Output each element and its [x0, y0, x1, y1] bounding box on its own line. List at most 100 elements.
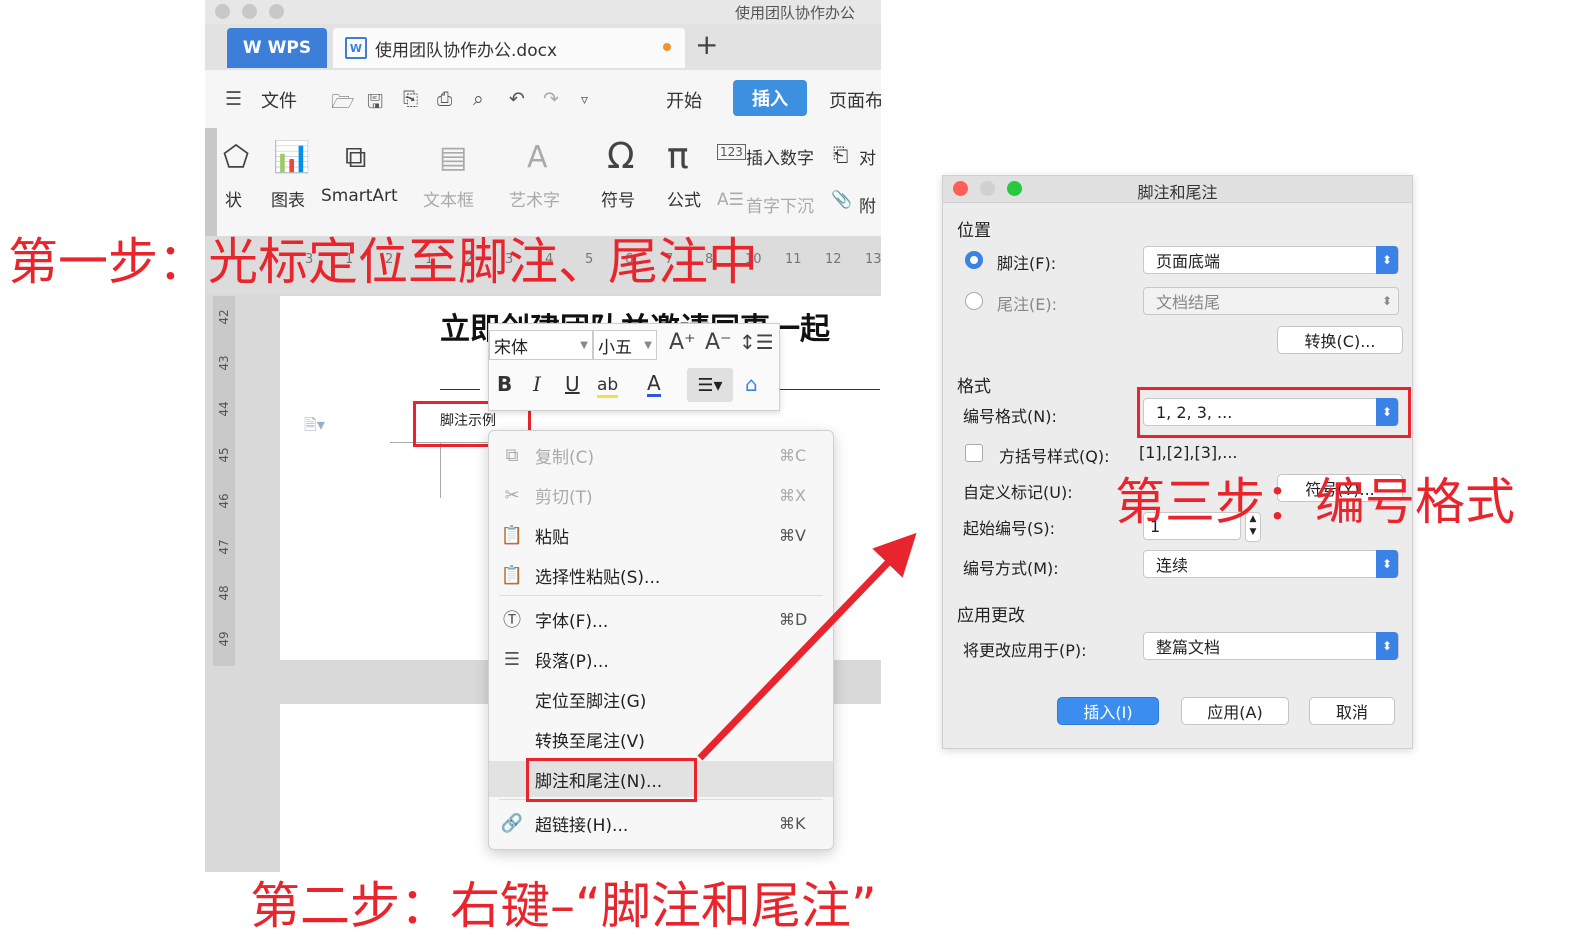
shrink-font-icon[interactable]: A⁻ — [705, 330, 732, 355]
tab-home[interactable]: 开始 — [666, 87, 702, 113]
new-tab-button[interactable]: + — [695, 28, 718, 61]
tab-wps-home[interactable]: W WPS — [227, 28, 327, 68]
tab-document[interactable]: W 使用团队协作办公.docx — [333, 28, 685, 68]
customize-chevron-icon[interactable]: ▿ — [581, 92, 588, 108]
print-preview-icon[interactable]: ⌕ — [473, 88, 484, 110]
convert-button[interactable]: 转换(C)... — [1277, 326, 1403, 354]
menu-file[interactable]: 文件 — [261, 87, 297, 113]
menu-item-label: 定位至脚注(G) — [535, 691, 647, 712]
ribbon-scroll-left[interactable] — [205, 128, 217, 236]
smartart-icon[interactable]: ⧉ — [345, 140, 366, 175]
ribbon-wordart-label[interactable]: 艺术字 — [509, 186, 560, 211]
endnote-position-select[interactable]: 文档结尾 ⬍ — [1143, 287, 1399, 315]
endnote-position-value: 文档结尾 — [1156, 293, 1221, 312]
format-brush-icon[interactable]: ⌂ — [745, 372, 758, 396]
section-apply-changes: 应用更改 — [957, 606, 1025, 626]
ribbon-symbol-label[interactable]: 符号 — [601, 186, 635, 211]
line-spacing-icon[interactable]: ↕☰ — [739, 330, 774, 354]
custom-mark-label: 自定义标记(U): — [963, 483, 1073, 502]
print-icon[interactable]: ⎙ — [437, 88, 452, 110]
menu-item-10[interactable]: 🔗 超链接(H)... ⌘K — [489, 805, 833, 841]
textbox-icon[interactable]: ▤ — [439, 140, 467, 175]
footnote-radio[interactable] — [965, 251, 983, 269]
apply-to-label: 将更改应用于(P): — [963, 641, 1087, 660]
save-icon[interactable]: 🖫 — [367, 88, 383, 120]
attachment-icon[interactable]: 📎 — [831, 190, 852, 210]
undo-icon[interactable]: ↶ — [509, 88, 525, 110]
ribbon-insert-number-label[interactable]: 插入数字 — [746, 144, 814, 169]
ribbon-shape-label[interactable]: 状 — [225, 186, 242, 211]
unsaved-dot-icon — [663, 43, 671, 51]
menu-item-8[interactable]: 转换至尾注(V) — [489, 721, 833, 757]
maximize-window-button[interactable] — [269, 4, 284, 19]
ribbon-dropcap-label[interactable]: 首字下沉 — [746, 192, 814, 217]
italic-button[interactable]: I — [533, 372, 541, 396]
insert-button[interactable]: 插入(I) — [1057, 697, 1159, 725]
ribbon-chart-label[interactable]: 图表 — [271, 186, 305, 211]
menu-item-3[interactable]: 📋 粘贴 ⌘V — [489, 517, 833, 553]
font-color-button[interactable]: A — [647, 372, 661, 397]
redo-icon[interactable]: ↷ — [543, 88, 559, 110]
chart-icon[interactable]: 📊 — [273, 140, 310, 175]
symbol-omega-icon[interactable]: Ω — [607, 136, 635, 177]
ribbon-smartart-label[interactable]: SmartArt — [321, 186, 398, 206]
menu-item-label: 选择性粘贴(S)... — [535, 567, 661, 588]
align-button[interactable]: ☰▾ — [687, 368, 733, 402]
tab-page-layout[interactable]: 页面布 — [829, 87, 881, 113]
menu-item-1[interactable]: ⧉ 复制(C) ⌘C — [489, 437, 833, 473]
menu-item-2[interactable]: ✂ 剪切(T) ⌘X — [489, 477, 833, 513]
equation-pi-icon[interactable]: π — [667, 136, 689, 177]
vertical-ruler-label: 44 — [217, 401, 231, 417]
ribbon-object-label[interactable]: 对 — [859, 144, 876, 169]
cancel-button[interactable]: 取消 — [1309, 697, 1395, 725]
endnote-label: 尾注(E): — [997, 295, 1057, 314]
endnote-radio[interactable] — [965, 292, 983, 310]
shape-icon[interactable]: ⬠ — [223, 140, 249, 175]
ribbon-textbox-label[interactable]: 文本框 — [423, 186, 474, 211]
hamburger-menu-icon[interactable]: ☰ — [225, 88, 242, 110]
insert-number-icon[interactable]: 123 — [717, 144, 746, 160]
ruler-tick-label: 12 — [825, 252, 842, 267]
menu-item-shortcut: ⌘K — [779, 813, 806, 833]
tab-insert[interactable]: 插入 — [733, 80, 807, 116]
format-painter-icon[interactable]: ⎘ — [403, 88, 418, 110]
vertical-ruler-label: 45 — [217, 447, 231, 463]
vertical-ruler[interactable]: 42 43 44 45 46 47 48 49 — [213, 296, 235, 666]
wordart-icon[interactable]: A — [527, 140, 548, 175]
menu-item-6[interactable]: ☰ 段落(P)... — [489, 641, 833, 677]
writer-doc-icon: W — [345, 37, 367, 59]
open-folder-icon[interactable]: 🗁 — [331, 88, 355, 120]
bold-button[interactable]: B — [497, 372, 512, 396]
ribbon-equation-label[interactable]: 公式 — [667, 186, 701, 211]
font-size-select[interactable]: 小五 ▼ — [593, 330, 657, 360]
footnote-separator-left — [440, 389, 480, 390]
updown-arrow-icon: ⬍ — [1381, 294, 1393, 308]
highlight-button[interactable]: ab — [597, 375, 619, 398]
ribbon-attachment-label[interactable]: 附 — [859, 192, 876, 217]
link-icon: 🔗 — [500, 812, 524, 834]
scissors-icon: ✂ — [504, 484, 520, 506]
menu-item-7[interactable]: 定位至脚注(G) — [489, 681, 833, 717]
close-window-button[interactable] — [215, 4, 230, 19]
doc-options-icon[interactable]: 🗎▾ — [304, 414, 325, 441]
font-family-select[interactable]: 宋体 ▼ — [489, 330, 593, 360]
vertical-ruler-label: 46 — [217, 493, 231, 509]
vertical-ruler-label: 43 — [217, 355, 231, 371]
number-format-label: 编号格式(N): — [963, 407, 1057, 426]
menu-item-4[interactable]: 📋 选择性粘贴(S)... — [489, 557, 833, 593]
vertical-ruler-label: 42 — [217, 309, 231, 325]
chevron-down-icon: ▼ — [580, 339, 588, 351]
underline-button[interactable]: U — [565, 372, 580, 396]
apply-button[interactable]: 应用(A) — [1181, 697, 1289, 725]
menu-item-5[interactable]: Ⓣ 字体(F)... ⌘D — [489, 601, 833, 637]
footnote-position-select[interactable]: 页面底端 ⬍ — [1143, 246, 1399, 274]
grow-font-icon[interactable]: A⁺ — [669, 330, 696, 355]
doc-tab-label: 使用团队协作办公.docx — [375, 40, 558, 61]
minimize-window-button[interactable] — [242, 4, 257, 19]
numbering-mode-select[interactable]: 连续 ⬍ — [1143, 550, 1399, 578]
bracket-style-checkbox[interactable] — [965, 444, 983, 462]
dropcap-icon[interactable]: A☰ — [717, 190, 744, 210]
object-icon[interactable]: ⎗ — [833, 144, 848, 166]
apply-to-select[interactable]: 整篇文档 ⬍ — [1143, 632, 1399, 660]
paragraph-icon: ☰ — [503, 648, 521, 670]
